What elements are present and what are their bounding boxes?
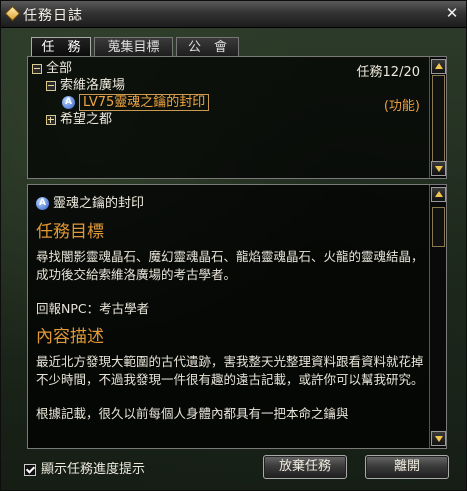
tree-region-city-of-hope[interactable]: 希望之都	[46, 112, 112, 128]
scroll-up-arrow-icon[interactable]	[431, 187, 446, 202]
tree-region-label: 希望之都	[60, 112, 113, 127]
description-text-continued: 根據記載，很久以前每個人身體內都具有一把本命之鑰與	[36, 406, 349, 421]
tab-guild[interactable]: 公 會	[176, 37, 239, 57]
tree-quest-soul-key-seal[interactable]: A LV75靈魂之鑰的封印	[62, 94, 210, 111]
scroll-down-arrow-icon[interactable]	[431, 161, 446, 176]
detail-scrollbar[interactable]	[429, 185, 446, 448]
expand-icon[interactable]	[46, 114, 56, 125]
tab-collection-goals[interactable]: 蒐集目標	[94, 37, 173, 57]
title-gem-icon	[4, 5, 21, 22]
collapse-icon[interactable]	[46, 80, 56, 91]
quest-type-a-icon: A	[62, 96, 75, 109]
collapse-icon[interactable]	[32, 63, 42, 74]
quest-tree-panel: 全部 任務12/20 索維洛廣場 A LV75靈魂之鑰的封印 (功能) 希望之都	[27, 56, 447, 179]
description-heading: 內容描述	[36, 327, 104, 347]
scroll-down-arrow-icon[interactable]	[431, 431, 446, 446]
tree-region-sovilo-plaza[interactable]: 索維洛廣場	[46, 78, 125, 94]
quest-count: 任務12/20	[356, 65, 420, 80]
tree-scrollbar[interactable]	[429, 57, 446, 178]
tree-root-label: 全部	[46, 61, 73, 76]
tab-quests[interactable]: 任 務	[31, 37, 91, 57]
close-button[interactable]: ✕	[444, 5, 460, 21]
description-text: 最近北方發現大範圍的古代遺跡，害我整天光整理資料跟看資料就花掉不少時間，不過我發…	[36, 354, 424, 387]
title-bar[interactable]: 任務日誌 ✕	[1, 1, 466, 28]
show-progress-hint-checkbox[interactable]: 顯示任務進度提示	[24, 458, 145, 477]
leave-button[interactable]: 離開	[365, 455, 449, 479]
checkbox-checked-icon[interactable]	[24, 463, 36, 476]
quest-type-a-icon: A	[36, 197, 49, 210]
selected-quest-label: LV75靈魂之鑰的封印	[79, 94, 210, 111]
objective-text: 尋找闇影靈魂晶石、魔幻靈魂晶石、龍焰靈魂晶石、火龍的靈魂結晶，成功後交給索維洛廣…	[36, 249, 424, 282]
objective-heading: 任務目標	[36, 222, 104, 242]
quest-log-window: 任務日誌 ✕ 任 務 蒐集目標 公 會 全部 任務12/20 索維洛廣場 A LV…	[0, 0, 467, 491]
scroll-up-arrow-icon[interactable]	[431, 59, 446, 74]
scroll-thumb[interactable]	[432, 207, 445, 247]
report-npc-text: 回報NPC：考古學者	[36, 301, 150, 316]
checkbox-label: 顯示任務進度提示	[41, 462, 146, 477]
quest-function-tag: (功能)	[383, 99, 420, 114]
tree-region-label: 索維洛廣場	[60, 78, 126, 93]
quest-detail-title: 靈魂之鑰的封印	[53, 196, 145, 211]
window-title: 任務日誌	[23, 8, 83, 24]
tree-root-all[interactable]: 全部	[32, 61, 72, 77]
abandon-quest-button[interactable]: 放棄任務	[263, 455, 347, 479]
quest-detail-panel: A 靈魂之鑰的封印 任務目標 尋找闇影靈魂晶石、魔幻靈魂晶石、龍焰靈魂晶石、火龍的…	[27, 184, 447, 449]
quest-detail-title-row: A 靈魂之鑰的封印	[36, 195, 426, 213]
quest-detail-content: A 靈魂之鑰的封印 任務目標 尋找闇影靈魂晶石、魔幻靈魂晶石、龍焰靈魂晶石、火龍的…	[36, 195, 426, 423]
scroll-track[interactable]	[432, 75, 445, 162]
